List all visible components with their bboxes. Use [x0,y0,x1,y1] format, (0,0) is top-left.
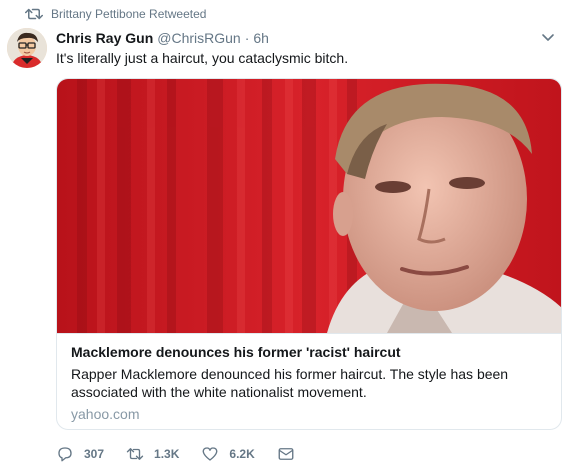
retweet-label: Brittany Pettibone Retweeted [51,7,207,21]
retweet-icon [25,7,43,21]
card-image[interactable] [57,79,561,333]
retweet-icon [126,448,144,460]
reply-button[interactable]: 307 [56,445,104,463]
card-title[interactable]: Macklemore denounces his former 'racist'… [71,344,401,360]
reply-count: 307 [84,447,105,461]
retweet-button[interactable]: 1.3K [126,445,179,463]
reply-icon [58,447,72,462]
tweet-timestamp[interactable]: 6h [253,30,269,46]
card-body[interactable]: Macklemore denounces his former 'racist'… [57,333,561,429]
card-description: Rapper Macklemore denounced his former h… [71,366,509,400]
like-count: 6.2K [229,447,255,461]
chevron-down-icon[interactable] [541,30,555,44]
tweet-actions: 307 1.3K 6.2K [56,444,327,463]
like-button[interactable]: 6.2K [201,445,255,463]
link-card[interactable]: Macklemore denounces his former 'racist'… [56,78,562,430]
tweet-text: It's literally just a haircut, you catac… [56,50,349,66]
direct-message-button[interactable] [277,445,305,463]
user-handle[interactable]: @ChrisRGun [157,30,240,46]
tweet-header: Chris Ray Gun @ChrisRGun · 6h [56,28,563,48]
avatar[interactable] [7,28,47,68]
retweet-count: 1.3K [154,447,180,461]
card-domain: yahoo.com [71,406,140,422]
display-name[interactable]: Chris Ray Gun [56,30,153,46]
heart-icon [202,447,218,461]
retweet-context[interactable]: Brittany Pettibone Retweeted [25,6,206,22]
separator-dot: · [244,30,250,46]
envelope-icon [278,448,294,460]
